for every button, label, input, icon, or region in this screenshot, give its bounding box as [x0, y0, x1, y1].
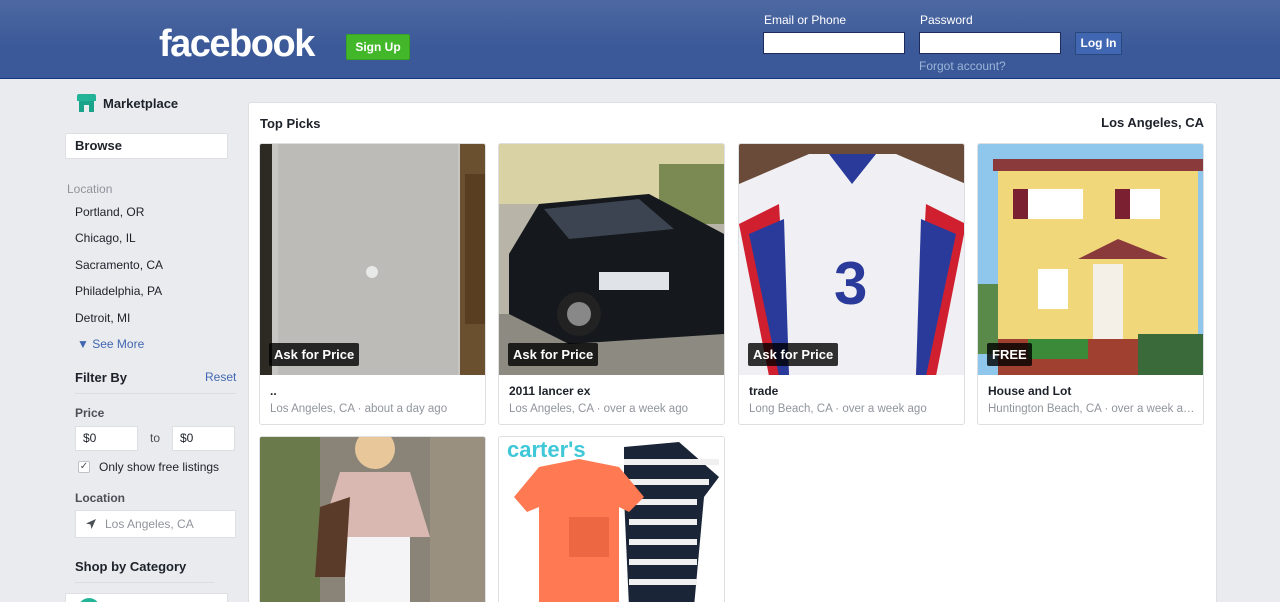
- listing-photo: 3: [739, 144, 964, 375]
- to-label: to: [150, 431, 161, 445]
- top-bar: facebook Sign Up Email or Phone Password…: [0, 0, 1280, 79]
- svg-text:3: 3: [834, 250, 867, 317]
- divider: [75, 582, 214, 583]
- shop-by-category-heading: Shop by Category: [75, 559, 187, 574]
- marketplace-label: Marketplace: [103, 95, 179, 111]
- listing-photo: [260, 437, 485, 602]
- city-link-chicago[interactable]: Chicago, IL: [75, 231, 136, 245]
- listing-meta: Long Beach, CA · over a week ago: [749, 403, 927, 415]
- log-in-button[interactable]: Log In: [1075, 32, 1122, 55]
- facebook-logo[interactable]: facebook: [159, 24, 315, 64]
- listing-card[interactable]: carter's: [498, 436, 725, 602]
- listing-photo: [260, 144, 485, 375]
- listing-title: 2011 lancer ex: [509, 384, 591, 398]
- listing-photo: [499, 144, 724, 375]
- see-more-link[interactable]: ▼ See More: [77, 337, 144, 351]
- category-icon: [78, 598, 100, 602]
- listing-meta: Los Angeles, CA · about a day ago: [270, 403, 448, 415]
- price-label: Price: [75, 406, 105, 420]
- marketplace-icon: [77, 94, 96, 112]
- listing-title: ..: [270, 384, 277, 398]
- listing-card[interactable]: [259, 436, 486, 602]
- listing-photo: carter's: [499, 437, 724, 602]
- price-badge: Ask for Price: [508, 343, 599, 366]
- listing-card[interactable]: FREE House and Lot Huntington Beach, CA …: [977, 143, 1204, 425]
- triangle-down-icon: ▼: [77, 337, 89, 351]
- free-only-checkbox[interactable]: ✓: [78, 461, 90, 473]
- password-field[interactable]: [919, 32, 1061, 54]
- listing-meta: Los Angeles, CA · over a week ago: [509, 403, 688, 415]
- price-badge: Ask for Price: [269, 343, 360, 366]
- top-picks-heading: Top Picks: [260, 116, 321, 131]
- price-min-input[interactable]: $0: [75, 426, 138, 451]
- reset-link[interactable]: Reset: [205, 370, 236, 384]
- email-label: Email or Phone: [764, 13, 847, 27]
- listing-card[interactable]: Ask for Price .. Los Angeles, CA · about…: [259, 143, 486, 425]
- city-link-philadelphia[interactable]: Philadelphia, PA: [75, 284, 162, 298]
- location-heading: Location: [67, 182, 113, 196]
- sign-up-button[interactable]: Sign Up: [346, 34, 410, 60]
- price-max-input[interactable]: $0: [172, 426, 235, 451]
- current-location[interactable]: Los Angeles, CA: [1101, 115, 1204, 130]
- password-label: Password: [920, 13, 973, 27]
- category-item[interactable]: [65, 593, 228, 602]
- filter-by-heading: Filter By: [75, 370, 128, 385]
- carters-logo: carter's: [507, 437, 586, 462]
- listing-card[interactable]: 3 Ask for Price trade Long Beach, CA · o…: [738, 143, 965, 425]
- location-label: Location: [75, 491, 125, 505]
- location-input-text: Los Angeles, CA: [105, 517, 194, 531]
- listing-title: trade: [749, 384, 779, 398]
- divider: [75, 393, 236, 394]
- listing-card[interactable]: Ask for Price 2011 lancer ex Los Angeles…: [498, 143, 725, 425]
- location-arrow-icon: [86, 519, 96, 529]
- see-more-label: See More: [92, 337, 145, 351]
- price-badge: FREE: [987, 343, 1032, 366]
- listing-meta: Huntington Beach, CA · over a week ago: [988, 403, 1195, 415]
- email-field[interactable]: [763, 32, 905, 54]
- listing-photo: [978, 144, 1203, 375]
- location-input[interactable]: Los Angeles, CA: [75, 510, 236, 538]
- listing-title: House and Lot: [988, 384, 1072, 398]
- free-only-label[interactable]: Only show free listings: [99, 460, 219, 474]
- city-link-portland[interactable]: Portland, OR: [75, 205, 144, 219]
- city-link-detroit[interactable]: Detroit, MI: [75, 311, 130, 325]
- browse-button[interactable]: Browse: [65, 133, 228, 159]
- forgot-account-link[interactable]: Forgot account?: [919, 59, 1006, 73]
- marketplace-nav[interactable]: Marketplace: [77, 94, 178, 112]
- price-badge: Ask for Price: [748, 343, 839, 366]
- city-link-sacramento[interactable]: Sacramento, CA: [75, 258, 163, 272]
